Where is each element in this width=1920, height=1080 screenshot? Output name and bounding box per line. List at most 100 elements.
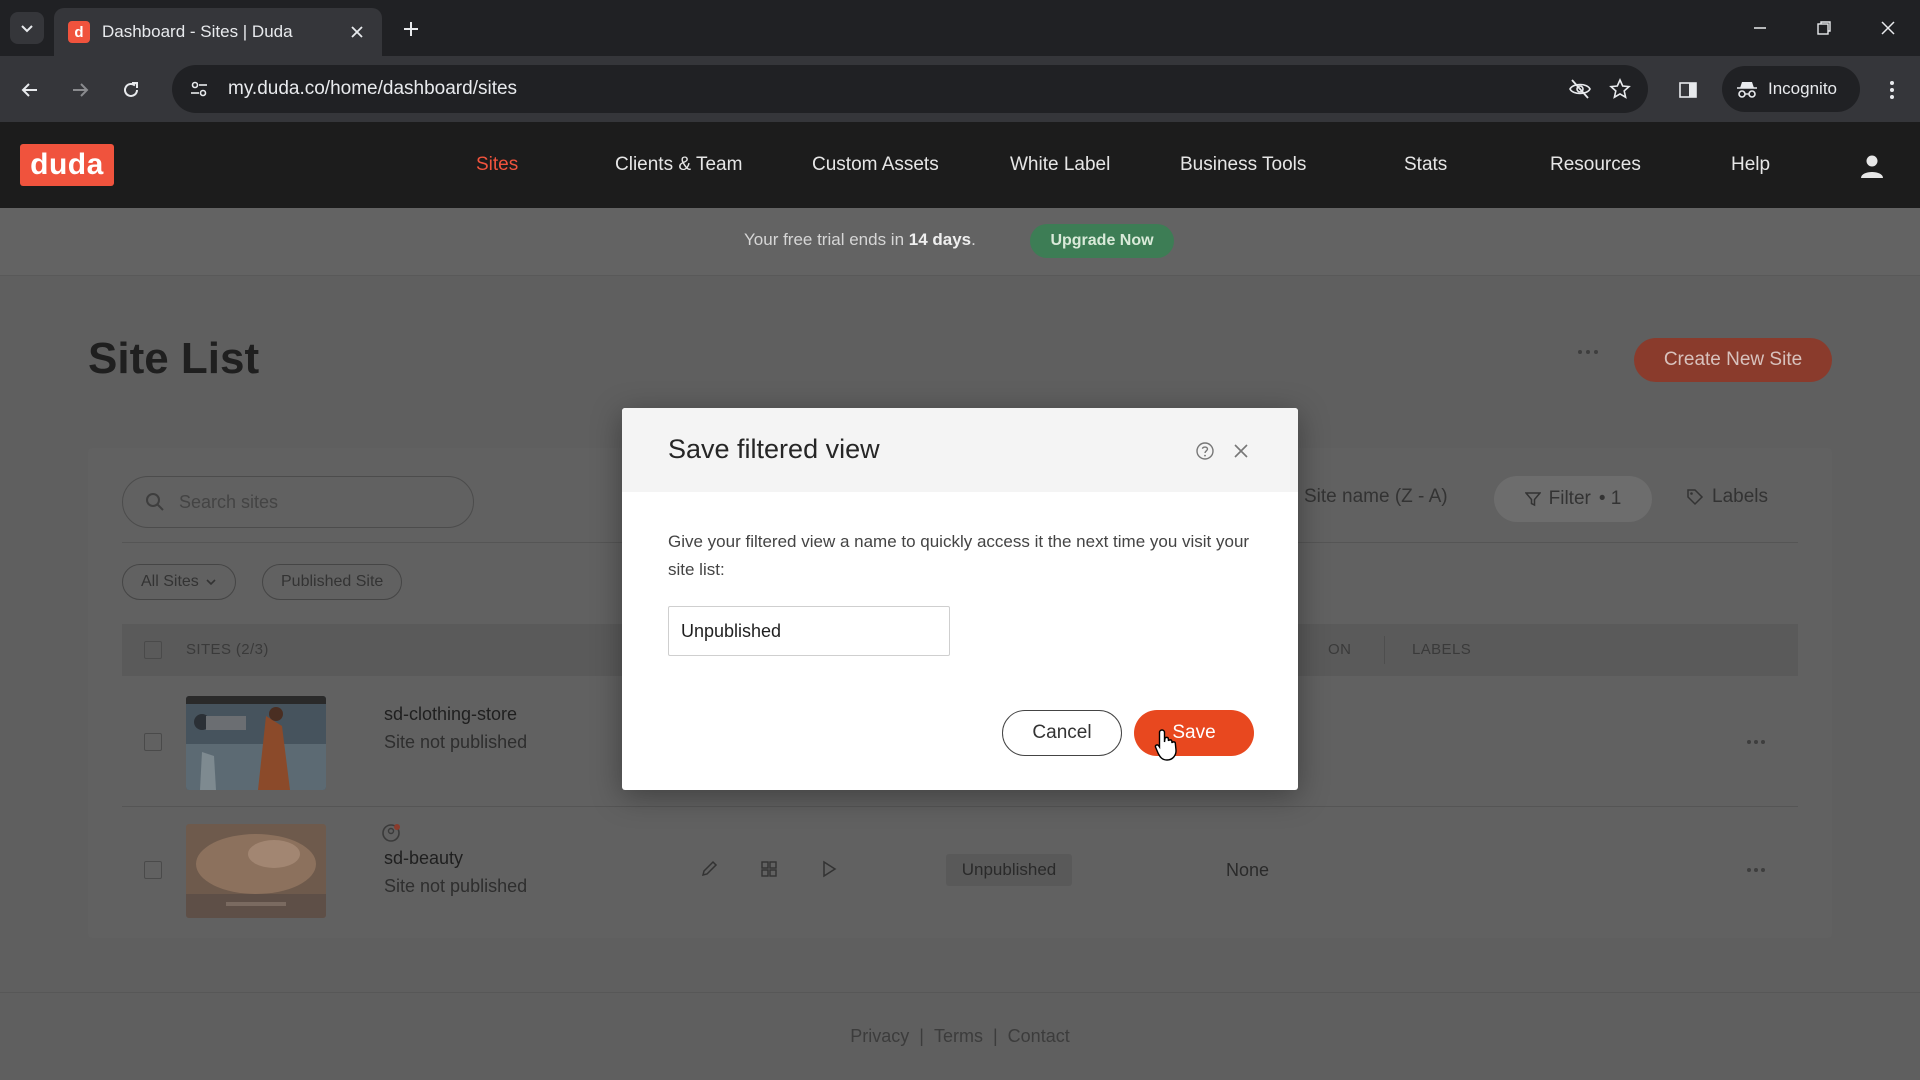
minimize-icon	[1754, 27, 1766, 29]
arrow-right-icon	[73, 83, 89, 97]
site-thumbnail[interactable]	[186, 824, 326, 918]
nav-item-custom-assets[interactable]: Custom Assets	[812, 122, 939, 208]
site-info-button[interactable]	[180, 70, 218, 108]
more-horizontal-icon	[1747, 740, 1765, 744]
filter-button[interactable]: Filter • 1	[1494, 476, 1652, 522]
nav-item-stats[interactable]: Stats	[1404, 122, 1447, 208]
create-new-site-button[interactable]: Create New Site	[1634, 338, 1832, 382]
window-close-button[interactable]	[1868, 10, 1908, 46]
side-panel-button[interactable]	[1670, 72, 1706, 108]
dialog-description: Give your filtered view a name to quickl…	[668, 532, 1250, 579]
restore-button[interactable]	[1804, 10, 1844, 46]
duda-logo[interactable]: duda	[20, 144, 114, 186]
site-name[interactable]: sd-clothing-store	[384, 704, 517, 725]
cancel-button[interactable]: Cancel	[1002, 710, 1122, 756]
dialog-close-button[interactable]	[1230, 440, 1252, 462]
more-horizontal-icon	[1578, 350, 1598, 354]
trial-banner: Your free trial ends in 14 days. Upgrade…	[0, 208, 1920, 276]
edit-site-button[interactable]	[694, 854, 724, 884]
site-thumbnail[interactable]	[186, 696, 326, 790]
chevron-down-icon	[205, 576, 217, 588]
page-more-button[interactable]	[1570, 340, 1606, 364]
star-icon	[1609, 78, 1631, 99]
row-divider	[122, 806, 1798, 807]
row-more-button[interactable]	[1740, 732, 1772, 752]
footer-terms-link[interactable]: Terms	[934, 1026, 983, 1046]
footer-contact-link[interactable]: Contact	[1008, 1026, 1070, 1046]
published-site-label: Published Site	[281, 573, 384, 590]
hand-cursor-icon	[1154, 729, 1177, 761]
back-button[interactable]	[12, 72, 48, 108]
view-name-input[interactable]	[668, 606, 950, 656]
restore-icon	[1817, 21, 1831, 35]
footer-separator: |	[919, 1026, 924, 1046]
nav-item-white-label[interactable]: White Label	[1010, 122, 1110, 208]
tab-close-button[interactable]	[346, 21, 368, 43]
upgrade-now-button[interactable]: Upgrade Now	[1030, 224, 1174, 258]
filter-count: • 1	[1598, 488, 1622, 509]
browser-menu-button[interactable]	[1874, 72, 1910, 108]
filter-label: Filter	[1548, 488, 1591, 509]
row-checkbox[interactable]	[144, 861, 162, 879]
labels-value: None	[1226, 860, 1270, 880]
labels-button[interactable]: Labels	[1686, 486, 1768, 508]
tune-icon	[191, 81, 207, 97]
arrow-left-icon	[21, 83, 37, 97]
forward-button[interactable]	[62, 72, 98, 108]
select-all-checkbox[interactable]	[144, 641, 162, 659]
trial-text: Your free trial ends in 14 days.	[744, 230, 976, 249]
new-tab-button[interactable]	[396, 14, 426, 44]
tab-title: Dashboard - Sites | Duda	[102, 22, 293, 41]
browser-toolbar: my.duda.co/home/dashboard/sites Incognit…	[0, 56, 1920, 122]
labels-label: Labels	[1712, 486, 1768, 507]
play-icon	[823, 860, 837, 878]
close-icon	[1234, 444, 1248, 458]
table-row[interactable]: sd-beauty Site not published Unpublished…	[122, 806, 1798, 934]
nav-item-clients-team[interactable]: Clients & Team	[615, 122, 742, 208]
minimize-button[interactable]	[1740, 10, 1780, 46]
address-bar[interactable]: my.duda.co/home/dashboard/sites	[172, 65, 1648, 113]
preview-site-button[interactable]	[814, 854, 844, 884]
close-icon	[1881, 21, 1895, 35]
tag-icon	[1686, 488, 1704, 506]
duda-favicon-icon: d	[68, 21, 90, 43]
row-checkbox[interactable]	[144, 733, 162, 751]
pencil-icon	[701, 860, 718, 877]
all-sites-label: All Sites	[141, 573, 199, 590]
bookmark-button[interactable]	[1600, 69, 1640, 109]
user-icon	[1861, 155, 1883, 178]
footer-separator: |	[992, 1026, 998, 1046]
site-overview-button[interactable]	[754, 854, 784, 884]
reload-icon	[124, 82, 138, 97]
save-button[interactable]: Save	[1134, 710, 1254, 756]
search-input[interactable]: Search sites	[122, 476, 474, 528]
app-navbar: duda Sites Clients & Team Custom Assets …	[0, 122, 1920, 208]
column-divider	[1384, 636, 1385, 664]
nav-item-business-tools[interactable]: Business Tools	[1180, 122, 1306, 208]
nav-item-help[interactable]: Help	[1731, 122, 1770, 208]
all-sites-dropdown[interactable]: All Sites	[122, 564, 236, 600]
footer-privacy-link[interactable]: Privacy	[850, 1026, 909, 1046]
published-site-chip[interactable]: Published Site	[262, 564, 403, 600]
row-more-button[interactable]	[1740, 860, 1772, 880]
grid-icon	[761, 861, 777, 877]
column-header-sites[interactable]: SITES (2/3)	[186, 641, 269, 658]
incognito-indicator[interactable]: Incognito	[1722, 66, 1860, 112]
tracking-protection-button[interactable]	[1560, 69, 1600, 109]
page-title: Site List	[88, 334, 260, 383]
eye-off-icon	[1569, 79, 1591, 99]
tab-search-button[interactable]	[10, 12, 44, 44]
dialog-help-button[interactable]	[1194, 440, 1216, 462]
sort-dropdown[interactable]: Site name (Z - A)	[1304, 486, 1448, 508]
dialog-title: Save filtered view	[668, 434, 880, 464]
column-header-labels: LABELS	[1412, 641, 1472, 658]
reload-button[interactable]	[113, 72, 149, 108]
nav-item-sites[interactable]: Sites	[476, 122, 518, 208]
close-icon	[351, 26, 363, 38]
trial-days: 14 days	[908, 230, 972, 249]
site-status: Site not published	[384, 876, 528, 896]
browser-tab-active[interactable]: d Dashboard - Sites | Duda	[54, 8, 382, 56]
nav-item-resources[interactable]: Resources	[1550, 122, 1641, 208]
site-name[interactable]: sd-beauty	[384, 848, 463, 869]
user-account-button[interactable]	[1854, 148, 1890, 184]
